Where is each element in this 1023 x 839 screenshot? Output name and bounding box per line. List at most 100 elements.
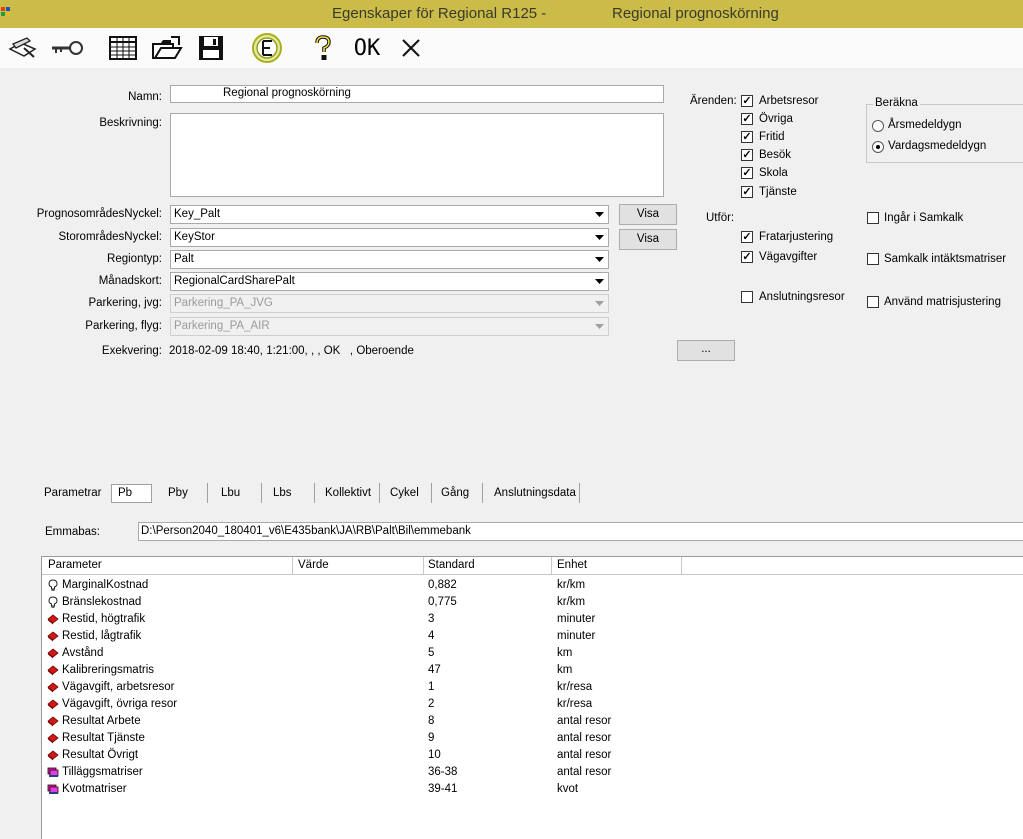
regiontyp-select[interactable]: Palt xyxy=(170,250,609,269)
open-folder-icon xyxy=(152,36,183,59)
cell-parameter: Restid, lågtrafik xyxy=(62,630,142,642)
table-row[interactable]: Avstånd 5 km xyxy=(42,645,1023,662)
radio-vardagsmedeldygn[interactable] xyxy=(872,141,884,153)
column-header-varde[interactable]: Värde xyxy=(298,559,329,571)
cell-parameter: Kalibreringsmatris xyxy=(62,664,155,676)
emmabas-input[interactable]: D:\Person2040_180401_v6\E435bank\JA\RB\P… xyxy=(138,522,1023,541)
cell-parameter: Tilläggsmatriser xyxy=(62,766,143,778)
beskrivning-textarea[interactable] xyxy=(170,113,664,197)
close-button[interactable] xyxy=(394,32,428,64)
tab-gang[interactable]: Gång xyxy=(441,483,469,503)
chevron-down-icon[interactable] xyxy=(592,230,607,245)
cell-standard: 3 xyxy=(428,613,435,625)
table-row[interactable]: Vägavgift, övriga resor 2 kr/resa xyxy=(42,696,1023,713)
cell-enhet: minuter xyxy=(557,613,596,625)
checkbox-samkalk-intaktsmatriser[interactable] xyxy=(867,253,879,265)
vardagsmedeldygn-label: Vardagsmedeldygn xyxy=(888,140,987,152)
checkbox-fratarjustering[interactable]: ✓ xyxy=(741,231,753,243)
help-button[interactable] xyxy=(306,32,340,64)
checkbox-anvand-matrisjustering[interactable] xyxy=(867,296,879,308)
tab-pby[interactable]: Pby xyxy=(168,483,188,503)
cell-enhet: minuter xyxy=(557,630,596,642)
cell-parameter: Kvotmatriser xyxy=(62,783,127,795)
checkbox-skola[interactable]: ✓ xyxy=(741,167,753,179)
table-row[interactable]: Restid, högtrafik 3 minuter xyxy=(42,611,1023,628)
ok-icon: OK xyxy=(353,35,381,61)
tab-separator xyxy=(207,483,208,503)
tab-parametrar[interactable]: Parametrar xyxy=(44,483,102,503)
cell-enhet: kvot xyxy=(557,783,579,795)
arsmedeldygn-label: Årsmedeldygn xyxy=(888,119,962,131)
table-row[interactable]: Kvotmatriser 39-41 kvot xyxy=(42,781,1023,798)
edit-button[interactable] xyxy=(6,32,40,64)
samkalk-intaktsmatriser-label: Samkalk intäktsmatriser xyxy=(884,253,1007,265)
tab-separator xyxy=(379,483,380,503)
table-row[interactable]: Resultat Arbete 8 antal resor xyxy=(42,713,1023,730)
visa-button-2[interactable]: Visa xyxy=(619,229,677,250)
column-header-parameter[interactable]: Parameter xyxy=(48,559,102,571)
chevron-down-icon[interactable] xyxy=(592,207,607,222)
title-bar: Egenskaper för Regional R125 - Regional … xyxy=(0,0,1023,28)
tab-separator xyxy=(431,483,432,503)
cell-enhet: antal resor xyxy=(557,732,612,744)
regiontyp-label: Regiontyp: xyxy=(107,253,162,265)
parkering-jvg-label: Parkering, jvg: xyxy=(88,297,162,309)
tab-anslutningsdata[interactable]: Anslutningsdata xyxy=(494,483,576,503)
table-row[interactable]: Bränslekostnad 0,775 kr/km xyxy=(42,594,1023,611)
cell-standard: 0,882 xyxy=(428,579,457,591)
table-row[interactable]: Vägavgift, arbetsresor 1 kr/resa xyxy=(42,679,1023,696)
chevron-down-icon[interactable] xyxy=(592,252,607,267)
save-button[interactable] xyxy=(194,32,228,64)
tab-lbs[interactable]: Lbs xyxy=(273,483,292,503)
open-folder-button[interactable] xyxy=(150,32,184,64)
cell-parameter: Resultat Övrigt xyxy=(62,749,139,761)
table-row[interactable]: Resultat Övrigt 10 antal resor xyxy=(42,747,1023,764)
checkbox-vagavgifter[interactable]: ✓ xyxy=(741,251,753,263)
tjanste-label: Tjänste xyxy=(759,186,797,198)
cell-enhet: kr/resa xyxy=(557,698,593,710)
table-row[interactable]: MarginalKostnad 0,882 kr/km xyxy=(42,577,1023,594)
tab-lbu[interactable]: Lbu xyxy=(221,483,240,503)
namn-input[interactable]: Regional prognoskörning xyxy=(170,85,664,103)
close-icon xyxy=(402,39,420,57)
checkbox-fritid[interactable]: ✓ xyxy=(741,131,753,143)
grid-button[interactable] xyxy=(106,32,140,64)
storomrade-select[interactable]: KeyStor xyxy=(170,228,609,247)
visa-button-1[interactable]: Visa xyxy=(619,204,677,225)
cell-parameter: MarginalKostnad xyxy=(62,579,149,591)
tab-pb[interactable]: Pb xyxy=(118,483,132,503)
table-row[interactable]: Kalibreringsmatris 47 km xyxy=(42,662,1023,679)
checkbox-arbetsresor[interactable]: ✓ xyxy=(741,95,753,107)
manadskort-label: Månadskort: xyxy=(98,275,162,287)
table-row[interactable]: Resultat Tjänste 9 antal resor xyxy=(42,730,1023,747)
tab-cykel[interactable]: Cykel xyxy=(390,483,419,503)
ok-button[interactable]: OK xyxy=(350,32,384,64)
prognosomrade-select[interactable]: Key_Palt xyxy=(170,205,609,224)
chevron-down-icon xyxy=(592,319,607,334)
app-icon xyxy=(1,7,10,16)
chevron-down-icon xyxy=(592,296,607,311)
checkbox-ovriga[interactable]: ✓ xyxy=(741,113,753,125)
key-button[interactable] xyxy=(50,32,84,64)
tab-separator xyxy=(482,483,483,503)
column-header-standard[interactable]: Standard xyxy=(428,559,475,571)
table-row[interactable]: Restid, lågtrafik 4 minuter xyxy=(42,628,1023,645)
column-header-enhet[interactable]: Enhet xyxy=(557,559,587,571)
checkbox-besok[interactable]: ✓ xyxy=(741,149,753,161)
arbetsresor-label: Arbetsresor xyxy=(759,95,819,107)
berakna-legend: Beräkna xyxy=(873,97,920,109)
checkbox-ingar-i-samkalk[interactable] xyxy=(867,212,879,224)
tab-separator xyxy=(261,483,262,503)
table-row[interactable]: Tilläggsmatriser 36-38 antal resor xyxy=(42,764,1023,781)
cell-parameter: Restid, högtrafik xyxy=(62,613,146,625)
chevron-down-icon[interactable] xyxy=(592,274,607,289)
emme-button[interactable] xyxy=(250,32,284,64)
parkering-flyg-select: Parkering_PA_AIR xyxy=(170,317,609,336)
checkbox-tjanste[interactable]: ✓ xyxy=(741,186,753,198)
checkbox-anslutningsresor[interactable] xyxy=(741,291,753,303)
manadskort-select[interactable]: RegionalCardSharePalt xyxy=(170,272,609,291)
exekvering-label: Exekvering: xyxy=(101,345,162,357)
tab-kollektivt[interactable]: Kollektivt xyxy=(325,483,371,503)
radio-arsmedeldygn[interactable] xyxy=(872,120,884,132)
ellipsis-button[interactable]: ... xyxy=(677,340,735,361)
